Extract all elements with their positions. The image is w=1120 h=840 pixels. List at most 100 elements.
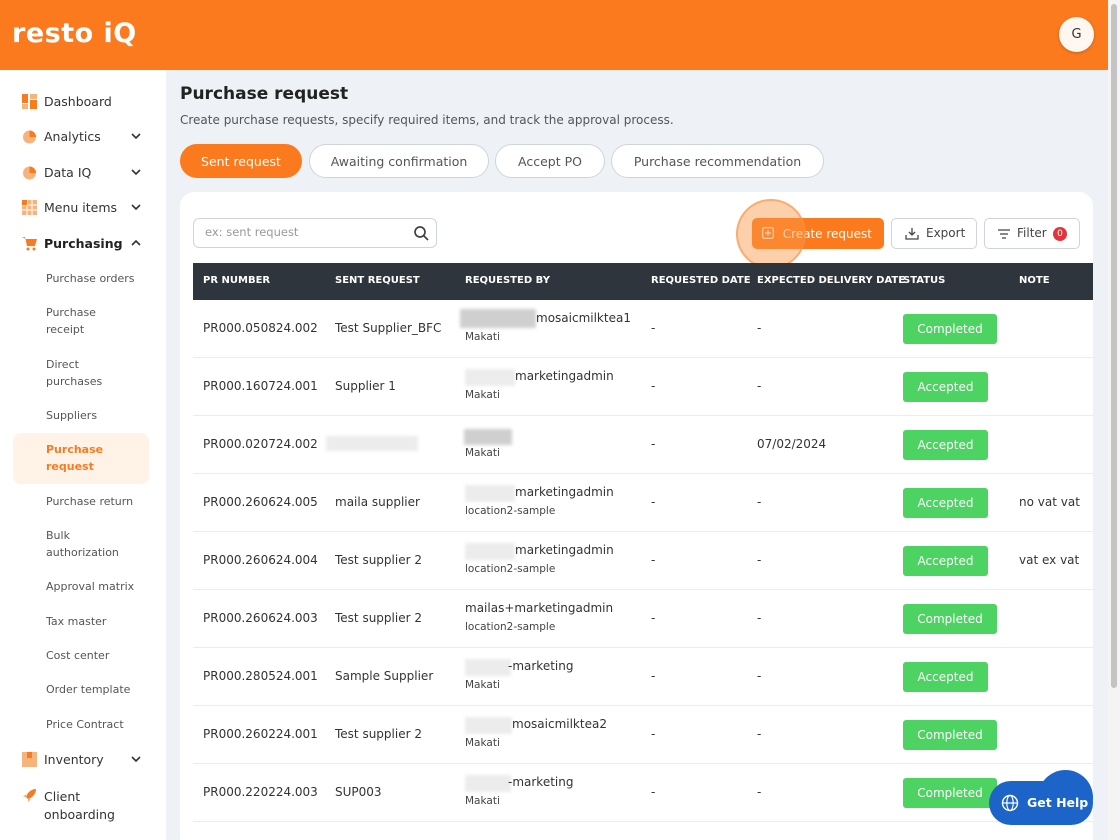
sidebar-item-dashboard[interactable]: Dashboard	[0, 83, 166, 119]
expected-delivery-date: -	[757, 785, 762, 799]
sent-request: SUP003	[335, 785, 382, 799]
sidebar-sub-direct-purchases[interactable]: Direct purchases	[46, 356, 116, 390]
redacted-sent-request	[326, 436, 418, 451]
sidebar-item-purchasing[interactable]: Purchasing	[0, 225, 166, 261]
pr-number[interactable]: PR000.220224.003	[203, 785, 318, 799]
redacted-name	[465, 369, 515, 386]
redacted-name	[465, 775, 511, 792]
status-badge: Accepted	[903, 662, 988, 692]
pr-number[interactable]: PR000.050824.002	[203, 321, 318, 335]
requested-by-location: Makati	[465, 679, 500, 691]
chevron-down-icon[interactable]	[129, 165, 143, 179]
filter-button[interactable]: Filter 0	[984, 218, 1080, 249]
requested-by-name: mosaicmilktea1	[536, 311, 631, 325]
table-row[interactable]: PR000.280524.001 Sample Supplier -market…	[193, 648, 1093, 706]
filter-count-badge: 0	[1053, 227, 1067, 241]
sidebar-sub-approval-matrix[interactable]: Approval matrix	[46, 578, 156, 595]
download-icon	[905, 228, 919, 240]
requested-by-location: Makati	[465, 331, 500, 343]
status-badge: Completed	[903, 778, 997, 808]
table-row[interactable]: PR000.260224.001 Test supplier 2 mosaicm…	[193, 706, 1093, 764]
sidebar-sub-suppliers[interactable]: Suppliers	[46, 407, 156, 424]
note: vat ex vat	[1019, 553, 1080, 567]
sent-request: Supplier 1	[335, 379, 396, 393]
sidebar-sub-purchase-receipt[interactable]: Purchase receipt	[46, 304, 116, 338]
sidebar-item-menu-items[interactable]: Menu items	[0, 189, 166, 225]
pr-number[interactable]: PR000.260624.004	[203, 553, 318, 567]
sidebar-sub-price-contract[interactable]: Price Contract	[46, 716, 156, 733]
expected-delivery-date: -	[757, 495, 762, 509]
table-row[interactable]: PR000.050824.002 Test Supplier_BFC mosai…	[193, 300, 1093, 358]
table-row[interactable]: PR000.160724.001 Supplier 1 marketingadm…	[193, 358, 1093, 416]
requested-by-location: Makati	[465, 737, 500, 749]
tab-sent-request[interactable]: Sent request	[180, 144, 302, 178]
table-row[interactable]: PR000.220224.003 SUP003 -marketing Makat…	[193, 764, 1093, 822]
chevron-down-icon[interactable]	[129, 129, 143, 143]
pr-number[interactable]: PR000.020724.002	[203, 437, 318, 451]
sidebar-item-inventory[interactable]: Inventory	[0, 741, 166, 777]
page-scrollbar[interactable]	[1108, 0, 1120, 840]
sidebar-item-client-onboarding[interactable]: Client onboarding	[0, 786, 166, 826]
requested-by-name: mailas+marketingadmin	[465, 601, 614, 615]
sidebar-sub-purchase-orders[interactable]: Purchase orders	[46, 270, 156, 287]
sidebar-sub-tax-master[interactable]: Tax master	[46, 613, 156, 630]
column-header-pr-number[interactable]: PR NUMBER	[203, 275, 270, 286]
expected-delivery-date: -	[757, 611, 762, 625]
chevron-up-icon[interactable]	[129, 236, 143, 250]
search-input[interactable]	[205, 225, 405, 239]
table-row[interactable]: PR000.260624.003 Test supplier 2 mailas+…	[193, 590, 1093, 648]
app-logo[interactable]: resto iQ	[12, 18, 137, 49]
sidebar-sub-cost-center[interactable]: Cost center	[46, 647, 156, 664]
requested-by-name: marketingadmin	[515, 369, 614, 383]
table-row[interactable]: PR000.260624.005 maila supplier marketin…	[193, 474, 1093, 532]
requested-date: -	[651, 669, 656, 683]
sidebar-sub-order-template[interactable]: Order template	[46, 681, 156, 698]
column-header-note[interactable]: NOTE	[1019, 275, 1050, 286]
tab-purchase-recommendation[interactable]: Purchase recommendation	[611, 144, 824, 178]
sent-request: maila supplier	[335, 495, 420, 509]
pie-chart-icon	[23, 166, 36, 179]
sidebar-item-label: Inventory	[44, 751, 104, 767]
column-header-sent-request[interactable]: SENT REQUEST	[335, 275, 420, 286]
redacted-name	[465, 717, 512, 734]
pr-number[interactable]: PR000.280524.001	[203, 669, 318, 683]
column-header-requested-by[interactable]: REQUESTED BY	[465, 275, 550, 286]
table-row[interactable]: PR000.020724.002 Makati - 07/02/2024 Acc…	[193, 416, 1093, 474]
pr-number[interactable]: PR000.260624.005	[203, 495, 318, 509]
tab-accept-po[interactable]: Accept PO	[495, 144, 605, 178]
requested-by-location: Makati	[465, 795, 500, 807]
column-header-requested-date[interactable]: REQUESTED DATE	[651, 275, 751, 286]
export-button[interactable]: Export	[891, 218, 977, 249]
requested-by-name: mosaicmilktea2	[512, 717, 607, 731]
globe-icon	[1001, 794, 1019, 812]
cart-icon	[22, 236, 37, 250]
get-help-button[interactable]: Get Help	[989, 781, 1093, 825]
status-badge: Completed	[903, 720, 997, 750]
chevron-down-icon[interactable]	[129, 200, 143, 214]
user-avatar[interactable]: G	[1059, 17, 1094, 52]
pr-number[interactable]: PR000.160724.001	[203, 379, 318, 393]
expected-delivery-date: -	[757, 669, 762, 683]
tab-awaiting-confirmation[interactable]: Awaiting confirmation	[309, 144, 489, 178]
requested-date: -	[651, 379, 656, 393]
requested-by-location: location2-sample	[465, 505, 556, 517]
top-bar: resto iQ G	[0, 0, 1108, 70]
table-row[interactable]: PR000.260624.004 Test supplier 2 marketi…	[193, 532, 1093, 590]
requested-date: -	[651, 437, 656, 451]
requested-date: -	[651, 553, 656, 567]
box-icon	[22, 751, 37, 767]
column-header-status[interactable]: STATUS	[903, 275, 945, 286]
sidebar-item-analytics[interactable]: Analytics	[0, 118, 166, 154]
sidebar-sub-bulk-authorization[interactable]: Bulk authorization	[46, 527, 126, 561]
column-header-expected-delivery-date[interactable]: EXPECTED DELIVERY DATE	[757, 275, 905, 286]
scrollbar-thumb[interactable]	[1111, 4, 1117, 688]
search-box[interactable]	[193, 218, 437, 248]
chevron-down-icon[interactable]	[129, 752, 143, 766]
sidebar-sub-purchase-request[interactable]: Purchase request	[46, 441, 116, 475]
pr-number[interactable]: PR000.260224.001	[203, 727, 318, 741]
pr-number[interactable]: PR000.260624.003	[203, 611, 318, 625]
sidebar-item-data-iq[interactable]: Data IQ	[0, 154, 166, 190]
search-icon[interactable]	[413, 225, 430, 242]
status-badge: Completed	[903, 604, 997, 634]
sidebar-sub-purchase-return[interactable]: Purchase return	[46, 493, 156, 510]
